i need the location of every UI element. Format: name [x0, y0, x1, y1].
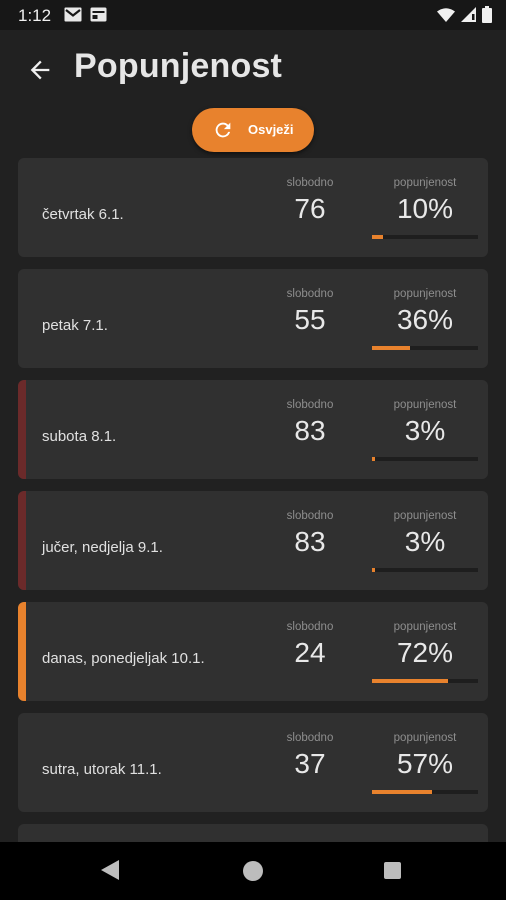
occupancy-caption: popunjenost [393, 732, 457, 744]
occupancy-value: 72% [396, 637, 454, 668]
occupancy-progress-fill [372, 235, 383, 239]
occupancy-progress-track [372, 457, 478, 461]
day-label: četvrtak 6.1. [42, 206, 124, 223]
status-system-icons [437, 6, 492, 23]
occupancy-progress-fill [372, 679, 449, 683]
day-card[interactable]: subota 8.1. slobodno 83 popunjenost 3% [18, 380, 488, 479]
free-caption: slobodno [286, 732, 334, 744]
day-label: sutra, utorak 11.1. [42, 761, 162, 778]
day-state-indicator [18, 380, 26, 479]
calendar-icon [90, 7, 107, 22]
occupancy-progress-track [372, 679, 478, 683]
status-notification-icons [64, 7, 107, 22]
occupancy-caption: popunjenost [393, 288, 457, 300]
status-bar: 1:12 [0, 0, 506, 30]
occupancy-progress-track [372, 790, 478, 794]
occupancy-caption: popunjenost [393, 510, 457, 522]
day-card[interactable]: sutra, utorak 11.1. slobodno 37 popunjen… [18, 713, 488, 812]
day-label: subota 8.1. [42, 428, 117, 445]
gmail-icon [64, 7, 82, 22]
day-card[interactable]: danas, ponedjeljak 10.1. slobodno 24 pop… [18, 602, 488, 701]
system-nav-bar [0, 842, 506, 900]
battery-icon [482, 6, 492, 23]
occupancy-progress-fill [372, 568, 376, 572]
occupancy-value: 3% [404, 526, 446, 557]
day-card[interactable]: jučer, nedjelja 9.1. slobodno 83 popunje… [18, 491, 488, 590]
occupancy-progress-track [372, 568, 478, 572]
day-state-indicator [18, 491, 26, 590]
occupancy-value: 36% [396, 304, 454, 335]
day-label: jučer, nedjelja 9.1. [42, 539, 163, 556]
day-card[interactable]: četvrtak 6.1. slobodno 76 popunjenost 10… [18, 158, 488, 257]
occupancy-value: 3% [404, 415, 446, 446]
free-caption: slobodno [286, 399, 334, 411]
occupancy-caption: popunjenost [393, 399, 457, 411]
free-spots-value: 24 [294, 637, 326, 668]
day-card[interactable]: petak 7.1. slobodno 55 popunjenost 36% [18, 269, 488, 368]
occupancy-progress-track [372, 346, 478, 350]
status-time: 1:12 [18, 6, 52, 25]
wifi-icon [437, 7, 455, 22]
free-caption: slobodno [286, 177, 334, 189]
signal-icon [461, 7, 476, 22]
occupancy-caption: popunjenost [393, 177, 457, 189]
day-label: danas, ponedjeljak 10.1. [42, 650, 205, 667]
free-caption: slobodno [286, 510, 334, 522]
occupancy-value: 57% [396, 748, 454, 779]
occupancy-progress-fill [372, 346, 411, 350]
arrow-left-icon[interactable] [26, 56, 54, 84]
nav-back-icon[interactable] [100, 859, 120, 881]
day-label: petak 7.1. [42, 317, 108, 334]
free-spots-value: 55 [294, 304, 326, 335]
free-caption: slobodno [286, 621, 334, 633]
day-state-indicator [18, 602, 26, 701]
occupancy-list: četvrtak 6.1. slobodno 76 popunjenost 10… [18, 158, 488, 876]
app-bar: Popunjenost [0, 30, 506, 106]
nav-recents-icon[interactable] [384, 862, 401, 879]
occupancy-caption: popunjenost [393, 621, 457, 633]
page-title: Popunjenost [74, 47, 283, 85]
free-spots-value: 37 [294, 748, 326, 779]
occupancy-progress-fill [372, 790, 433, 794]
free-spots-value: 83 [294, 415, 326, 446]
refresh-button[interactable]: Osvježi [192, 108, 314, 152]
occupancy-progress-track [372, 235, 478, 239]
refresh-button-label: Osvježi [248, 122, 294, 137]
refresh-icon [215, 122, 231, 138]
nav-home-icon[interactable] [243, 861, 263, 881]
free-spots-value: 83 [294, 526, 326, 557]
occupancy-progress-fill [372, 457, 376, 461]
free-spots-value: 76 [294, 193, 326, 224]
free-caption: slobodno [286, 288, 334, 300]
occupancy-value: 10% [396, 193, 454, 224]
